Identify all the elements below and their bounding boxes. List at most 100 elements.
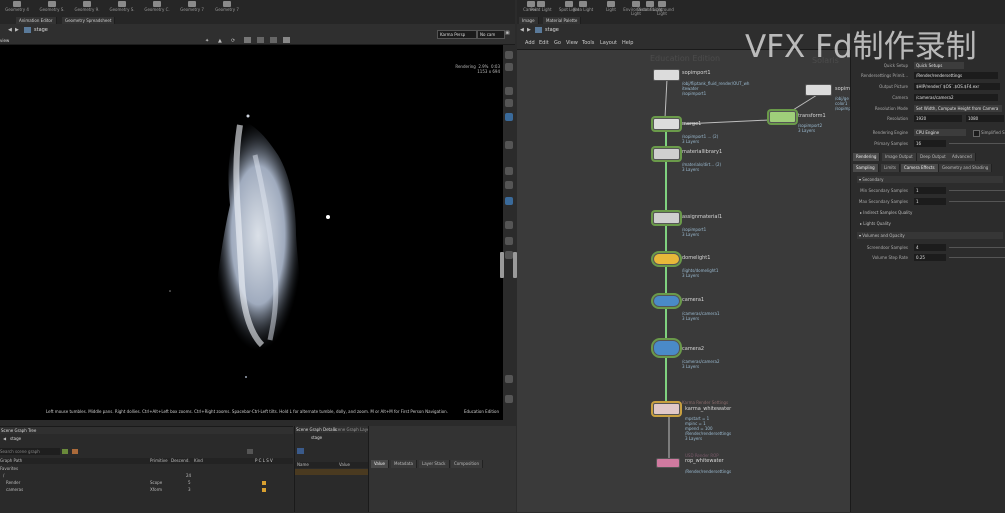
shelf-background-light[interactable]: Background Light [647, 1, 677, 16]
camera-field[interactable]: /cameras/camera2 [914, 94, 998, 101]
tab-scene-graph-details[interactable]: Scene Graph Details [296, 427, 337, 432]
selected-row[interactable] [295, 469, 368, 475]
back-icon[interactable]: ◀ [520, 27, 524, 33]
transform-tool-icon[interactable]: ✦ [205, 38, 209, 44]
menu-tools[interactable]: Tools [582, 40, 594, 46]
tab-advanced[interactable]: Advanced [949, 153, 976, 161]
select-icon[interactable] [505, 51, 513, 59]
forward-icon[interactable]: ▶ [15, 27, 19, 33]
wireframe-icon[interactable] [505, 99, 513, 107]
col-kind[interactable]: Kind [194, 458, 203, 464]
node-transform1[interactable] [769, 111, 796, 123]
tab-layer-stack[interactable]: Layer Stack [419, 460, 450, 468]
tree-view-icon[interactable] [297, 448, 304, 454]
grid-icon[interactable] [257, 37, 264, 43]
node-sopimport2[interactable] [805, 84, 832, 96]
shelf-tool-7[interactable]: Geometry 7 [210, 1, 244, 15]
node-karma-whitewater[interactable] [653, 403, 680, 415]
tab-scene-graph-tree[interactable]: Scene Graph Tree [1, 428, 36, 433]
tab-geometry-spreadsheet[interactable]: Geometry Spreadsheet [62, 17, 116, 24]
min-secondary-field[interactable]: 1 [914, 187, 946, 194]
menu-go[interactable]: Go [554, 40, 561, 46]
shelf-area-light[interactable]: Area Light [569, 1, 597, 15]
render-viewport[interactable]: Rendering 2.9% 0:03 1153 x 694 Left mous… [0, 45, 503, 420]
rotate-tool-icon[interactable]: ⟳ [231, 38, 235, 44]
node-assignmaterial1[interactable] [653, 212, 680, 224]
lights-icon[interactable] [505, 63, 513, 71]
subtab-sampling[interactable]: Sampling [853, 164, 879, 172]
background-icon[interactable] [505, 167, 513, 175]
tab-value[interactable]: Value [371, 460, 389, 468]
menu-help[interactable]: Help [622, 40, 633, 46]
tab-deep-output[interactable]: Deep Output [917, 153, 950, 161]
visibility-icon[interactable] [262, 481, 266, 485]
shelf-light[interactable]: Light [597, 1, 625, 15]
table-row[interactable]: Favorites [0, 466, 293, 472]
tab-metadata[interactable]: Metadata [391, 460, 417, 468]
home-icon[interactable] [505, 395, 513, 403]
node-camera2[interactable] [653, 340, 680, 356]
rendersettings-field[interactable]: /Render/rendersettings [914, 72, 998, 79]
shelf-point-light[interactable]: Point Light [527, 1, 555, 15]
tab-image-output[interactable]: Image Output [882, 153, 917, 161]
tab-material-palette[interactable]: Material Palette [543, 17, 582, 24]
render-view-icon[interactable] [283, 37, 290, 43]
screendoor-field[interactable]: 4 [914, 244, 946, 251]
shelf-tool-5[interactable]: Geometry C. [140, 1, 174, 15]
network-editor[interactable]: Education Edition Solaris sopimport1 /ob… [517, 50, 850, 512]
table-row[interactable]: / 24 [0, 473, 293, 479]
resolution-mode-dropdown[interactable]: Set Width, Compute Height from Camera [914, 105, 1002, 112]
collection-icon[interactable] [72, 449, 78, 454]
pane-splitter-handle[interactable] [500, 252, 504, 278]
camera-view-icon[interactable] [505, 113, 513, 121]
tab-animation-editor[interactable]: Animation Editor [16, 17, 57, 24]
lock-icon[interactable] [505, 237, 513, 245]
back-icon[interactable]: ◀ [3, 436, 6, 441]
primary-samples-slider[interactable] [949, 143, 1005, 144]
volumes-section[interactable]: ▾ Volumes and Opacity [857, 232, 1003, 239]
shelf-tool-3[interactable]: Geometry 9. [70, 1, 104, 15]
table-row[interactable]: Render Scope 5 [0, 480, 293, 486]
sg-search-input[interactable]: Search scene graph [0, 448, 60, 455]
scale-tool-icon[interactable]: ▲ [218, 38, 222, 44]
tab-image[interactable]: Image [519, 17, 539, 24]
node-domelight1[interactable] [653, 253, 680, 265]
guides-icon[interactable] [505, 181, 513, 189]
net-context[interactable]: stage [545, 27, 559, 33]
menu-layout[interactable]: Layout [600, 40, 617, 46]
visibility-icon[interactable] [262, 488, 266, 492]
camera-dropdown[interactable]: No cam [477, 30, 505, 39]
node-merge1[interactable] [653, 118, 680, 130]
menu-view[interactable]: View [566, 40, 578, 46]
menu-add[interactable]: Add [525, 40, 535, 46]
lights-quality-row[interactable]: ▸ Lights Quality [851, 219, 1005, 228]
shelf-tool-6[interactable]: Geometry 7 [175, 1, 209, 15]
node-camera1[interactable] [653, 295, 680, 307]
indirect-samples-row[interactable]: ▸ Indirect Samples Quality [851, 208, 1005, 217]
tab-rendering[interactable]: Rendering [853, 153, 881, 161]
resolution-width-field[interactable]: 1920 [914, 115, 962, 122]
subtab-geometry-shading[interactable]: Geometry and Shading [939, 164, 993, 172]
ghost-icon[interactable] [505, 141, 513, 149]
snap-icon[interactable] [505, 375, 513, 383]
secondary-section[interactable]: ▾ Secondary [857, 176, 1003, 183]
close-viewport-icon[interactable]: ▣ [505, 30, 510, 36]
subtab-limits[interactable]: Limits [881, 164, 900, 172]
shelf-tool-1[interactable]: Geometry 4 [0, 1, 34, 15]
persp-icon[interactable] [505, 197, 513, 205]
display-icon[interactable] [244, 37, 251, 43]
volume-step-slider[interactable] [949, 257, 1005, 258]
sg-context[interactable]: stage [10, 436, 21, 441]
shelf-tool-2[interactable]: Geometry S. [35, 1, 69, 15]
node-rop-whitewater[interactable] [656, 458, 680, 468]
snapshot-icon[interactable] [270, 37, 277, 43]
min-secondary-slider[interactable] [949, 190, 1005, 191]
col-graph-path[interactable]: Graph Path [0, 458, 22, 464]
shading-icon[interactable] [505, 87, 513, 95]
volume-step-field[interactable]: 0.25 [914, 254, 946, 261]
resolution-height-field[interactable]: 1080 [966, 115, 1004, 122]
forward-icon[interactable]: ▶ [527, 27, 531, 33]
node-sopimport1[interactable] [653, 69, 680, 81]
table-row[interactable]: cameras Xform 3 [0, 487, 293, 493]
col-primitive[interactable]: Primitive [150, 458, 168, 464]
